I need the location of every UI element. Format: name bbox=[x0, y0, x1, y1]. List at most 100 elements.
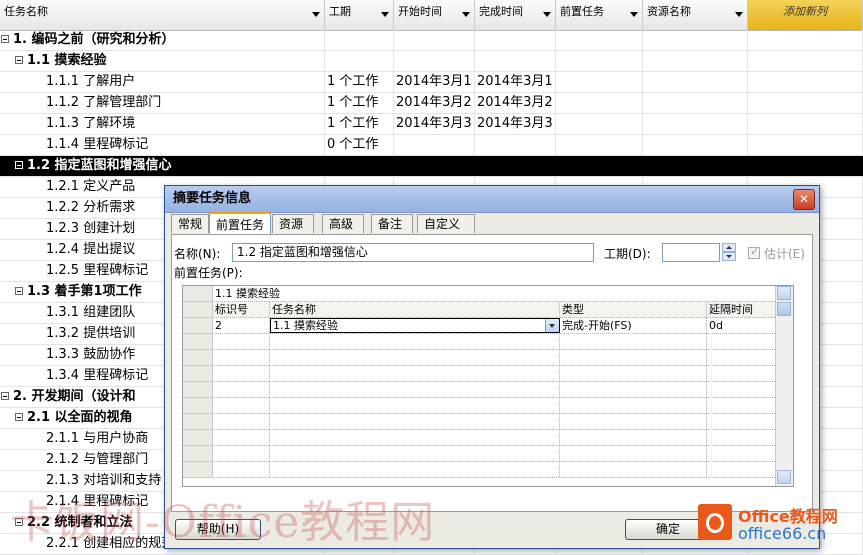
collapse-icon[interactable] bbox=[15, 287, 23, 295]
task-name-cell[interactable]: 1.1.2 了解管理部门 bbox=[0, 93, 325, 113]
predecessor-empty-cell[interactable] bbox=[213, 414, 270, 429]
predecessor-empty-cell[interactable] bbox=[560, 414, 707, 429]
scroll-down-icon[interactable] bbox=[777, 470, 791, 484]
task-duration-cell[interactable] bbox=[325, 30, 394, 50]
task-res-cell[interactable] bbox=[643, 51, 748, 71]
task-row[interactable]: 1.1.2 了解管理部门 1 个工作 2014年3月2 2014年3月2 bbox=[0, 93, 863, 114]
task-row[interactable]: 1.2 指定蓝图和增强信心 bbox=[0, 156, 863, 177]
task-res-cell[interactable] bbox=[643, 114, 748, 134]
task-duration-cell[interactable]: 0 个工作 bbox=[325, 135, 394, 155]
scroll-thumb[interactable] bbox=[777, 302, 791, 316]
column-header-5[interactable]: 资源名称 bbox=[643, 0, 748, 30]
collapse-icon[interactable] bbox=[15, 56, 23, 64]
predecessor-empty-cell[interactable] bbox=[270, 350, 560, 365]
task-start-cell[interactable]: 2014年3月2 bbox=[394, 93, 475, 113]
predecessor-task-combo[interactable]: 1.1 摸索经验 bbox=[270, 318, 560, 333]
predecessor-empty-cell[interactable] bbox=[560, 334, 707, 349]
task-pred-cell[interactable] bbox=[556, 30, 643, 50]
task-duration-cell[interactable]: 1 个工作 bbox=[325, 93, 394, 113]
task-row[interactable]: 1. 编码之前（研究和分析） bbox=[0, 30, 863, 51]
predecessor-empty-cell[interactable] bbox=[213, 382, 270, 397]
task-res-cell[interactable] bbox=[643, 156, 748, 176]
task-row[interactable]: 1.1 摸索经验 bbox=[0, 51, 863, 72]
predecessor-empty-cell[interactable] bbox=[560, 446, 707, 461]
predecessor-empty-cell[interactable] bbox=[270, 414, 560, 429]
chevron-down-icon[interactable] bbox=[462, 12, 470, 17]
column-header-0[interactable]: 任务名称 bbox=[0, 0, 325, 30]
task-extra-cell[interactable] bbox=[748, 156, 863, 176]
predecessor-empty-cell[interactable] bbox=[213, 334, 270, 349]
predecessor-empty-cell[interactable] bbox=[213, 398, 270, 413]
task-res-cell[interactable] bbox=[643, 135, 748, 155]
task-start-cell[interactable] bbox=[394, 135, 475, 155]
task-row[interactable]: 1.1.4 里程碑标记 0 个工作 bbox=[0, 135, 863, 156]
tab-custom-fields[interactable]: 自定义域 bbox=[417, 214, 475, 250]
predecessor-empty-row[interactable] bbox=[183, 430, 793, 446]
chevron-down-icon[interactable] bbox=[735, 12, 743, 17]
predecessor-empty-cell[interactable] bbox=[560, 382, 707, 397]
task-pred-cell[interactable] bbox=[556, 114, 643, 134]
task-pred-cell[interactable] bbox=[556, 72, 643, 92]
collapse-icon[interactable] bbox=[15, 161, 23, 169]
name-input[interactable]: 1.2 指定蓝图和增强信心 bbox=[232, 243, 594, 262]
estimate-checkbox[interactable] bbox=[748, 245, 760, 259]
task-name-cell[interactable]: 1.1.1 了解用户 bbox=[0, 72, 325, 92]
chevron-down-icon[interactable] bbox=[312, 12, 320, 17]
task-finish-cell[interactable]: 2014年3月1 bbox=[475, 72, 556, 92]
task-row[interactable]: 1.1.1 了解用户 1 个工作 2014年3月1 2014年3月1 bbox=[0, 72, 863, 93]
predecessor-empty-row[interactable] bbox=[183, 334, 793, 350]
task-duration-cell[interactable] bbox=[325, 51, 394, 71]
chevron-down-icon[interactable] bbox=[630, 12, 638, 17]
predecessor-empty-cell[interactable] bbox=[270, 398, 560, 413]
task-pred-cell[interactable] bbox=[556, 135, 643, 155]
task-res-cell[interactable] bbox=[643, 93, 748, 113]
task-name-cell[interactable]: 1. 编码之前（研究和分析） bbox=[0, 30, 325, 50]
predecessor-empty-row[interactable] bbox=[183, 446, 793, 462]
predecessor-empty-cell[interactable] bbox=[213, 350, 270, 365]
task-res-cell[interactable] bbox=[643, 72, 748, 92]
task-finish-cell[interactable] bbox=[475, 156, 556, 176]
predecessor-empty-row[interactable] bbox=[183, 398, 793, 414]
task-name-cell[interactable]: 1.1 摸索经验 bbox=[0, 51, 325, 71]
tab-predecessors[interactable]: 前置任务 bbox=[209, 212, 271, 234]
predecessor-empty-cell[interactable] bbox=[213, 462, 270, 477]
predecessor-id[interactable]: 2 bbox=[213, 318, 270, 333]
collapse-icon[interactable] bbox=[1, 392, 9, 400]
column-header-3[interactable]: 完成时间 bbox=[475, 0, 556, 30]
task-extra-cell[interactable] bbox=[748, 72, 863, 92]
predecessor-empty-row[interactable] bbox=[183, 462, 793, 478]
task-extra-cell[interactable] bbox=[748, 135, 863, 155]
predecessor-empty-cell[interactable] bbox=[560, 430, 707, 445]
task-finish-cell[interactable]: 2014年3月2 bbox=[475, 93, 556, 113]
column-header-6[interactable]: 添加新列 bbox=[748, 0, 863, 30]
task-pred-cell[interactable] bbox=[556, 51, 643, 71]
task-extra-cell[interactable] bbox=[748, 51, 863, 71]
predecessor-empty-cell[interactable] bbox=[560, 398, 707, 413]
column-header-2[interactable]: 开始时间 bbox=[394, 0, 475, 30]
grid-scrollbar[interactable] bbox=[775, 286, 793, 486]
entry-bar[interactable]: 1.1 摸索经验 bbox=[213, 286, 793, 301]
task-row[interactable]: 1.1.3 了解环境 1 个工作 2014年3月3 2014年3月3 bbox=[0, 114, 863, 135]
task-duration-cell[interactable]: 1 个工作 bbox=[325, 72, 394, 92]
predecessor-empty-cell[interactable] bbox=[270, 366, 560, 381]
task-finish-cell[interactable] bbox=[475, 135, 556, 155]
collapse-icon[interactable] bbox=[1, 35, 9, 43]
predecessor-empty-cell[interactable] bbox=[560, 462, 707, 477]
task-name-cell[interactable]: 1.1.3 了解环境 bbox=[0, 114, 325, 134]
predecessor-empty-cell[interactable] bbox=[213, 446, 270, 461]
duration-input[interactable] bbox=[662, 243, 720, 262]
chevron-down-icon[interactable] bbox=[543, 12, 551, 17]
tab-advanced[interactable]: 高级 bbox=[322, 214, 364, 233]
tab-resources[interactable]: 资源 bbox=[272, 214, 314, 233]
predecessor-empty-cell[interactable] bbox=[560, 366, 707, 381]
task-finish-cell[interactable] bbox=[475, 30, 556, 50]
chevron-down-icon[interactable] bbox=[381, 12, 389, 17]
predecessor-empty-row[interactable] bbox=[183, 366, 793, 382]
task-pred-cell[interactable] bbox=[556, 156, 643, 176]
predecessor-empty-cell[interactable] bbox=[270, 462, 560, 477]
task-start-cell[interactable]: 2014年3月3 bbox=[394, 114, 475, 134]
column-header-1[interactable]: 工期 bbox=[325, 0, 394, 30]
predecessor-empty-cell[interactable] bbox=[213, 366, 270, 381]
predecessor-empty-cell[interactable] bbox=[213, 430, 270, 445]
task-pred-cell[interactable] bbox=[556, 93, 643, 113]
